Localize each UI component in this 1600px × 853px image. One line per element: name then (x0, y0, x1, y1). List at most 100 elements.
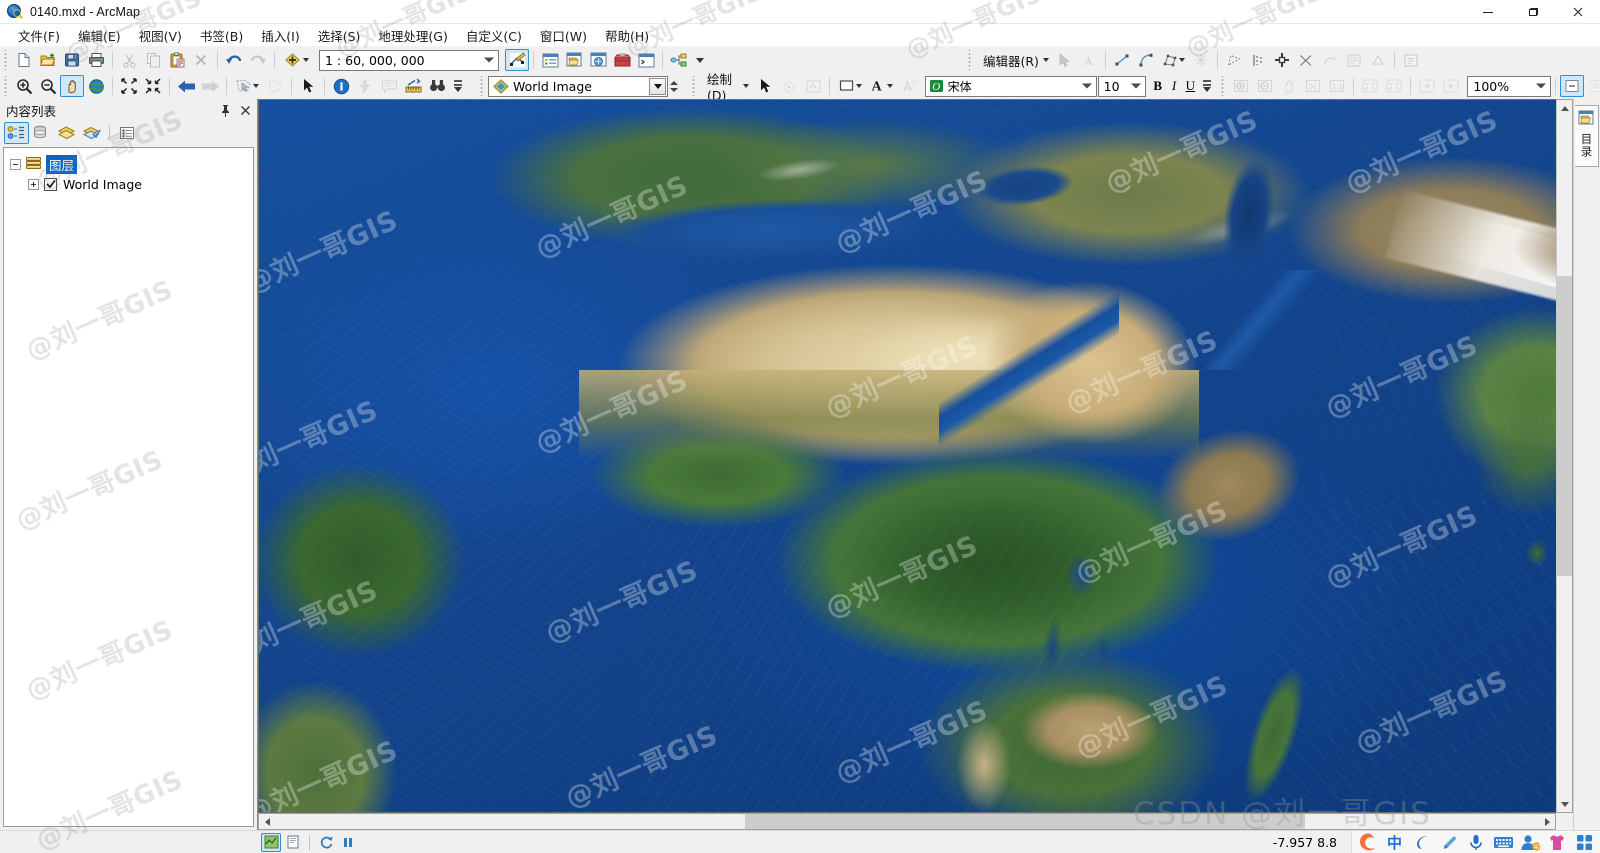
font-name-combo[interactable]: O 宋体 (924, 75, 1097, 97)
editor-toolbar-button[interactable] (505, 49, 529, 71)
toggle-draft-mode-button[interactable] (1560, 75, 1585, 97)
save-button[interactable] (60, 49, 84, 71)
layer-visibility-checkbox[interactable] (44, 177, 57, 191)
font-combo-chevron-down-icon[interactable] (1081, 83, 1092, 89)
data-view-button[interactable] (261, 832, 281, 852)
map-vertical-scrollbar[interactable] (1556, 99, 1573, 813)
table-of-contents-button[interactable] (538, 49, 562, 71)
layout-pan-button[interactable] (1277, 75, 1301, 97)
new-graphic-button[interactable] (801, 75, 825, 97)
tools-toolbar-overflow[interactable] (451, 74, 464, 98)
toolbar-grip[interactable] (3, 50, 10, 70)
split-tool-button[interactable] (1246, 49, 1270, 71)
draw-toolbar-overflow[interactable] (1200, 74, 1213, 98)
hscroll-thumb[interactable] (745, 814, 1305, 829)
delete-button[interactable] (189, 49, 213, 71)
pen-icon[interactable] (1437, 832, 1461, 853)
menu-edit[interactable]: 编辑(E) (69, 24, 130, 47)
intersect-button[interactable] (1294, 49, 1318, 71)
snapping-button[interactable] (1318, 49, 1342, 71)
menu-selection[interactable]: 选择(S) (309, 24, 370, 47)
catalog-dock-tab[interactable]: 目录 (1575, 105, 1599, 167)
python-window-button[interactable] (634, 49, 658, 71)
font-size-combo[interactable]: 10 (1097, 75, 1146, 97)
chevron-down-icon[interactable] (484, 57, 494, 63)
paste-button[interactable] (165, 49, 189, 71)
clear-selection-button[interactable] (263, 75, 287, 97)
close-button[interactable] (1555, 0, 1600, 24)
emoji-person-icon[interactable]: 47 (1518, 832, 1542, 853)
menu-file[interactable]: 文件(F) (9, 24, 69, 47)
full-extent-button[interactable] (84, 75, 108, 97)
zoom-out-button[interactable] (36, 75, 60, 97)
refresh-view-button[interactable] (316, 833, 336, 852)
toc-root-node[interactable]: 图层 (4, 154, 253, 174)
go-forward-extent-button[interactable] (198, 75, 222, 97)
select-features-button[interactable] (231, 75, 263, 97)
menu-help[interactable]: 帮助(H) (596, 24, 658, 47)
toc-list-by-selection-button[interactable] (79, 122, 104, 144)
active-layer-combo[interactable]: World Image (488, 75, 668, 97)
toc-layer-node-world-image[interactable]: World Image (4, 174, 253, 194)
layout-view-button[interactable] (283, 833, 303, 852)
search-window-button[interactable] (586, 49, 610, 71)
rotate-element-button[interactable] (777, 75, 801, 97)
open-button[interactable] (36, 49, 60, 71)
bold-button[interactable]: B (1150, 75, 1166, 97)
menu-geoprocessing[interactable]: 地理处理(G) (369, 24, 456, 47)
layout-forward-button[interactable] (1439, 75, 1463, 97)
layout-zoom-combo[interactable]: 100% (1467, 75, 1552, 97)
draw-menu-button[interactable]: 绘制(D) (700, 72, 753, 103)
edit-sketch-properties-button[interactable] (1366, 49, 1390, 71)
cut-button[interactable] (117, 49, 141, 71)
toc-close-button[interactable] (237, 101, 253, 119)
catalog-window-button[interactable] (562, 49, 586, 71)
zoom-in-button[interactable] (12, 75, 36, 97)
layer-toolbar-grip[interactable] (479, 76, 486, 96)
map-horizontal-scrollbar[interactable] (258, 813, 1556, 830)
toc-list-by-source-button[interactable] (29, 122, 54, 144)
scroll-right-button[interactable] (1539, 814, 1555, 829)
layout-back-button[interactable] (1415, 75, 1439, 97)
draw-toolbar-grip[interactable] (691, 76, 698, 96)
layout-fixed-zoom-in-button[interactable] (1358, 75, 1382, 97)
font-color-button[interactable]: A (866, 75, 897, 97)
toc-list-by-drawing-order-button[interactable] (4, 122, 29, 144)
go-back-extent-button[interactable] (174, 75, 198, 97)
select-elements-button[interactable] (296, 75, 320, 97)
focus-data-frame-button[interactable] (1584, 75, 1600, 97)
new-map-button[interactable] (12, 49, 36, 71)
layer-combo-spinner[interactable] (668, 75, 680, 97)
layout-zoom-out-button[interactable] (1253, 75, 1277, 97)
edit-annotation-button[interactable]: A (1077, 49, 1101, 71)
layout-zoom-chevron-down-icon[interactable] (1536, 83, 1547, 89)
create-features-button[interactable] (1399, 49, 1423, 71)
menu-windows[interactable]: 窗口(W) (531, 24, 596, 47)
menu-insert[interactable]: 插入(I) (252, 24, 308, 47)
pause-drawing-button[interactable] (338, 833, 358, 852)
chinese-zhong-icon[interactable]: 中 (1383, 832, 1407, 853)
font-size-chevron-down-icon[interactable] (1130, 83, 1141, 89)
editor-menu-button[interactable]: 编辑器(R) (976, 49, 1053, 71)
curve-segment-button[interactable] (1134, 49, 1158, 71)
arctoolbox-button[interactable] (610, 49, 634, 71)
moon-icon[interactable] (1410, 832, 1434, 853)
rotate-button[interactable] (1270, 49, 1294, 71)
attributes-button[interactable] (1342, 49, 1366, 71)
layout-full-extent-button[interactable] (1301, 75, 1325, 97)
menu-view[interactable]: 视图(V) (130, 24, 191, 47)
vscroll-track[interactable] (1557, 116, 1572, 796)
one-to-one-button[interactable]: 1:1 (1325, 75, 1349, 97)
pan-button[interactable] (60, 75, 84, 97)
italic-button[interactable]: I (1166, 75, 1182, 97)
underline-button[interactable]: U (1182, 75, 1198, 97)
toc-pin-button[interactable] (217, 101, 233, 119)
copy-button[interactable] (141, 49, 165, 71)
map-canvas[interactable]: @刘一哥GIS @刘一哥GIS @刘一哥GIS @刘一哥GIS @刘一哥GIS … (258, 99, 1556, 813)
hyperlink-button[interactable] (353, 75, 377, 97)
layout-fixed-zoom-out-button[interactable] (1382, 75, 1406, 97)
model-builder-button[interactable] (667, 49, 691, 71)
vscroll-thumb[interactable] (1557, 276, 1572, 576)
menu-bookmarks[interactable]: 书签(B) (191, 24, 252, 47)
microphone-icon[interactable] (1464, 832, 1488, 853)
